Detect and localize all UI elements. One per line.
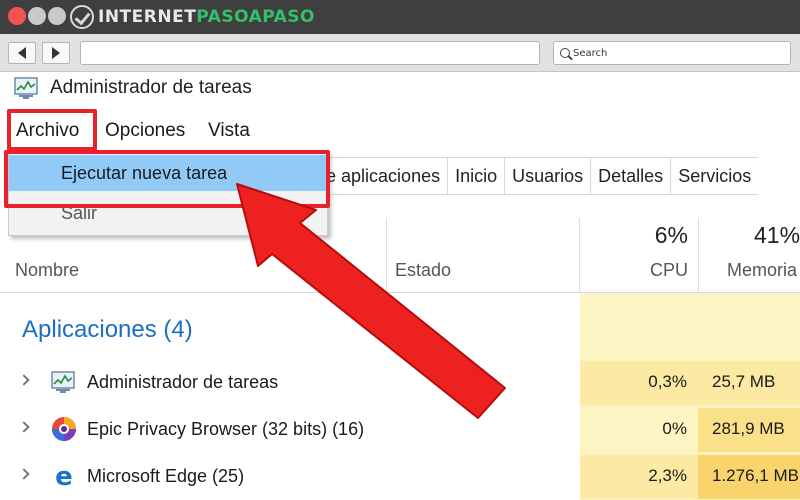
column-header-memory[interactable]: Memoria: [727, 260, 797, 281]
column-header-cpu[interactable]: CPU: [580, 260, 688, 281]
search-icon: [560, 48, 570, 58]
process-cpu: 2,3%: [648, 466, 687, 485]
process-name: Administrador de tareas: [87, 372, 279, 392]
archivo-highlight-box: [7, 109, 97, 151]
tab-bar: de aplicaciones Inicio Usuarios Detalles…: [310, 157, 759, 195]
maximize-window-button[interactable]: [48, 7, 66, 25]
process-memory: 25,7 MB: [712, 372, 776, 391]
close-window-button[interactable]: [8, 7, 26, 25]
browser-navbar: Search: [0, 34, 800, 72]
tab-app-history[interactable]: de aplicaciones: [310, 157, 448, 195]
process-memory: 1.276,1 MB: [712, 466, 799, 485]
expand-chevron-icon[interactable]: [18, 421, 30, 433]
tab-startup[interactable]: Inicio: [447, 157, 505, 195]
expand-chevron-icon[interactable]: [18, 468, 30, 480]
app-title-bar: Administrador de tareas: [14, 76, 252, 100]
address-bar[interactable]: [80, 41, 540, 65]
process-row[interactable]: e Microsoft Edge (25) 2,3% 1.276,1 MB: [0, 456, 800, 500]
back-arrow-icon: [18, 47, 26, 59]
cpu-total-percent: 6%: [654, 222, 688, 248]
checkmark-icon: [70, 5, 94, 29]
menu-opciones[interactable]: Opciones: [105, 120, 185, 142]
search-placeholder: Search: [573, 47, 608, 59]
process-cpu: 0%: [662, 419, 687, 438]
process-memory: 281,9 MB: [712, 419, 785, 438]
process-row[interactable]: Epic Privacy Browser (32 bits) (16) 0% 2…: [0, 409, 800, 453]
minimize-window-button[interactable]: [28, 7, 46, 25]
process-row[interactable]: Administrador de tareas 0,3% 25,7 MB: [0, 362, 800, 406]
back-button[interactable]: [8, 42, 36, 64]
brand-logo: INTERNETPASOAPASO: [70, 5, 315, 29]
tab-users[interactable]: Usuarios: [504, 157, 591, 195]
column-divider[interactable]: [698, 218, 699, 292]
task-manager-icon: [14, 77, 38, 99]
epic-browser-icon: [52, 417, 76, 441]
column-header-state[interactable]: Estado: [395, 260, 451, 281]
forward-arrow-icon: [52, 47, 60, 59]
tab-details[interactable]: Detalles: [590, 157, 671, 195]
menu-vista[interactable]: Vista: [208, 120, 250, 142]
browser-titlebar: INTERNETPASOAPASO: [0, 0, 800, 34]
menubar: Archivo Opciones Vista: [0, 118, 800, 148]
edge-icon: e: [55, 462, 73, 490]
svg-text:e: e: [55, 462, 73, 490]
process-cpu: 0,3%: [648, 372, 687, 391]
section-title: Aplicaciones (4): [22, 316, 193, 343]
tab-services[interactable]: Servicios: [670, 157, 759, 195]
app-title: Administrador de tareas: [50, 77, 252, 98]
run-task-highlight-box: [4, 150, 330, 208]
process-name: Epic Privacy Browser (32 bits) (16): [87, 419, 365, 439]
column-header-name[interactable]: Nombre: [15, 260, 79, 281]
column-divider[interactable]: [386, 218, 387, 292]
task-manager-icon: [51, 371, 75, 393]
memory-total-percent: 41%: [754, 222, 800, 248]
search-input[interactable]: Search: [553, 41, 791, 65]
forward-button[interactable]: [42, 42, 70, 64]
process-name: Microsoft Edge (25): [87, 466, 245, 486]
screenshot-frame: INTERNETPASOAPASO Search Administrador d…: [0, 0, 800, 500]
expand-chevron-icon[interactable]: [18, 374, 30, 386]
brand-name: INTERNETPASOAPASO: [98, 7, 315, 27]
